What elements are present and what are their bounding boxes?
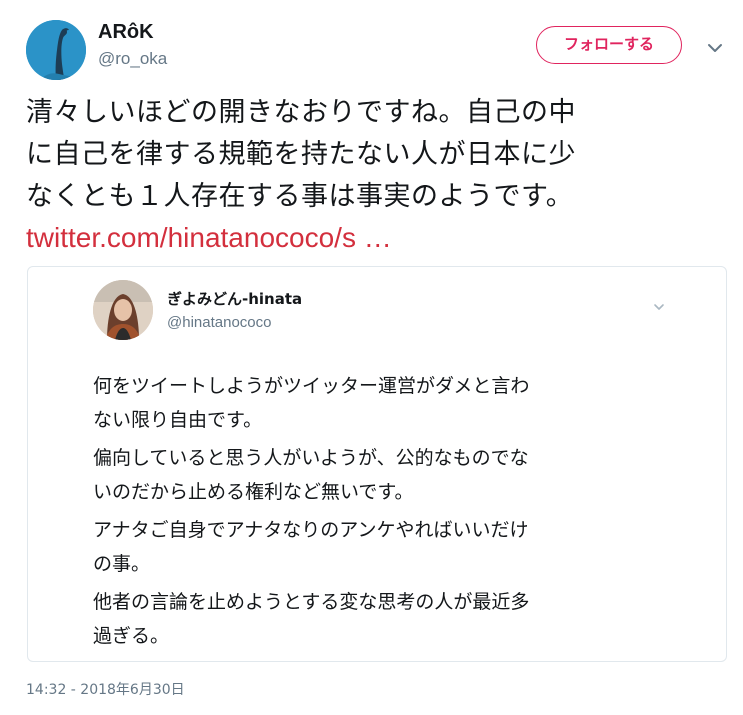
quoted-tweet-text: 何をツイートしようがツイッター運営がダメと言わ ない限り自由です。 偏向している… <box>93 369 713 657</box>
quoted-avatar-image <box>93 280 153 340</box>
tweet-text-line: なくとも１人存在する事は事実のようです。 <box>26 181 574 212</box>
quoted-text-line: アナタご自身でアナタなりのアンケやればいいだけ <box>93 519 529 541</box>
author-avatar[interactable] <box>26 20 86 80</box>
tweet-link[interactable]: twitter.com/hinatanococo/s … <box>26 218 392 258</box>
chevron-down-icon[interactable] <box>705 40 725 54</box>
tweet: ARôK @ro_oka フォローする 清々しいほどの開きなおりですね。自己の中… <box>0 0 743 715</box>
author-handle[interactable]: @ro_oka <box>98 49 167 69</box>
quoted-paragraph: 何をツイートしようがツイッター運営がダメと言わ ない限り自由です。 <box>93 369 713 437</box>
quoted-text-line: ない限り自由です。 <box>93 409 263 431</box>
quoted-paragraph: アナタご自身でアナタなりのアンケやればいいだけ の事。 <box>93 513 713 581</box>
quoted-text-line: 何をツイートしようがツイッター運営がダメと言わ <box>93 375 530 397</box>
quoted-text-line: 偏向していると思う人がいようが、公的なものでな <box>93 447 529 469</box>
tweet-text-line: に自己を律する規範を持たない人が日本に少 <box>26 139 576 170</box>
quoted-text-line: 過ぎる。 <box>93 625 170 647</box>
quoted-author-avatar[interactable] <box>93 280 153 340</box>
quoted-author-display-name[interactable]: ぎよみどん-hinata <box>167 289 302 309</box>
quoted-author-handle[interactable]: @hinatanococo <box>167 314 271 332</box>
chevron-down-icon[interactable] <box>652 297 666 310</box>
follow-button[interactable]: フォローする <box>536 26 682 64</box>
author-display-name[interactable]: ARôK <box>98 20 154 44</box>
quoted-text-line: の事。 <box>93 553 151 575</box>
quoted-text-line: いのだから止める権利など無いです。 <box>93 481 414 503</box>
quoted-tweet[interactable]: ぎよみどん-hinata @hinatanococo 何をツイートしようがツイッ… <box>27 266 727 662</box>
tweet-timestamp[interactable]: 14:32 - 2018年6月30日 <box>26 681 185 699</box>
tweet-text: 清々しいほどの開きなおりですね。自己の中 に自己を律する規範を持たない人が日本に… <box>26 92 726 218</box>
avatar-image <box>26 20 86 80</box>
quoted-text-line: 他者の言論を止めようとする変な思考の人が最近多 <box>93 591 530 613</box>
tweet-text-line: 清々しいほどの開きなおりですね。自己の中 <box>26 97 576 128</box>
quoted-paragraph: 偏向していると思う人がいようが、公的なものでな いのだから止める権利など無いです… <box>93 441 713 509</box>
quoted-paragraph: 他者の言論を止めようとする変な思考の人が最近多 過ぎる。 <box>93 585 713 653</box>
